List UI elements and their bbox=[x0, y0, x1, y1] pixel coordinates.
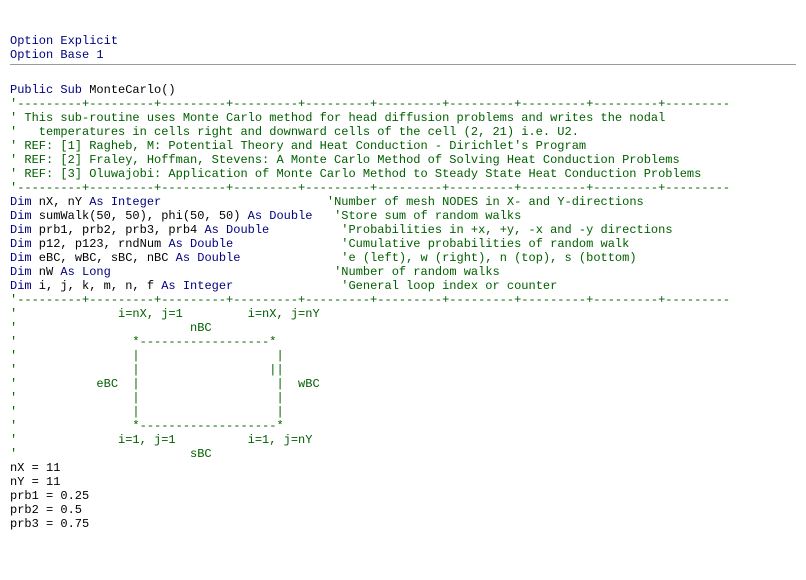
comment-ref-3: ' REF: [3] Oluwajobi: Application of Mon… bbox=[10, 167, 701, 181]
kw-dim-4: Dim bbox=[10, 237, 32, 251]
comment-desc-1: ' This sub-routine uses Monte Carlo meth… bbox=[10, 111, 665, 125]
ascii-art-9: ' *-------------------* bbox=[10, 419, 284, 433]
kw-dim-2: Dim bbox=[10, 209, 32, 223]
decl-3-vars: prb1, prb2, prb3, prb4 bbox=[32, 223, 205, 237]
stmt-nx: nX = 11 bbox=[10, 461, 60, 475]
comment-sep-2: '---------+---------+---------+---------… bbox=[10, 181, 730, 195]
pad-4 bbox=[233, 237, 341, 251]
comment-decl-2: 'Store sum of random walks bbox=[334, 209, 521, 223]
kw-dim-3: Dim bbox=[10, 223, 32, 237]
comment-decl-3: 'Probabilities in +x, +y, -x and -y dire… bbox=[341, 223, 672, 237]
decl-4-vars: p12, p123, rndNum bbox=[32, 237, 169, 251]
decl-2-vars: sumWalk(50, 50), phi(50, 50) bbox=[32, 209, 248, 223]
ascii-art-1: ' i=nX, j=1 i=nX, j=nY bbox=[10, 307, 320, 321]
stmt-prb2: prb2 = 0.5 bbox=[10, 503, 82, 517]
kw-dim-1: Dim bbox=[10, 195, 32, 209]
kw-as-1: As Integer bbox=[89, 195, 161, 209]
kw-public-sub: Public Sub bbox=[10, 83, 82, 97]
kw-as-5: As Double bbox=[176, 251, 241, 265]
pad-2 bbox=[312, 209, 334, 223]
comment-ref-1: ' REF: [1] Ragheb, M: Potential Theory a… bbox=[10, 139, 586, 153]
comment-decl-4: 'Cumulative probabilities of random walk bbox=[341, 237, 629, 251]
sub-name: MonteCarlo() bbox=[82, 83, 176, 97]
stmt-prb3: prb3 = 0.75 bbox=[10, 517, 89, 531]
comment-sep-1: '---------+---------+---------+---------… bbox=[10, 97, 730, 111]
ascii-art-8: ' | | bbox=[10, 405, 284, 419]
kw-as-2: As Double bbox=[248, 209, 313, 223]
comment-decl-6: 'Number of random walks bbox=[334, 265, 500, 279]
kw-option-explicit: Option Explicit bbox=[10, 34, 118, 48]
comment-desc-2: ' temperatures in cells right and downwa… bbox=[10, 125, 579, 139]
comment-decl-1: 'Number of mesh NODES in X- and Y-direct… bbox=[327, 195, 644, 209]
ascii-art-3: ' *------------------* bbox=[10, 335, 276, 349]
ascii-art-7: ' | | bbox=[10, 391, 284, 405]
comment-decl-7: 'General loop index or counter bbox=[341, 279, 557, 293]
ascii-art-10: ' i=1, j=1 i=1, j=nY bbox=[10, 433, 312, 447]
code-listing: Option Explicit Option Base 1 Public Sub… bbox=[10, 34, 796, 531]
decl-7-vars: i, j, k, m, n, f bbox=[32, 279, 162, 293]
decl-1-vars: nX, nY bbox=[32, 195, 90, 209]
pad-7 bbox=[233, 279, 341, 293]
ascii-art-11: ' sBC bbox=[10, 447, 212, 461]
kw-dim-7: Dim bbox=[10, 279, 32, 293]
stmt-ny: nY = 11 bbox=[10, 475, 60, 489]
pad-5 bbox=[240, 251, 341, 265]
kw-as-7: As Integer bbox=[161, 279, 233, 293]
ascii-art-6: ' eBC | | wBC bbox=[10, 377, 320, 391]
ascii-art-2: ' nBC bbox=[10, 321, 212, 335]
kw-as-4: As Double bbox=[168, 237, 233, 251]
decl-5-vars: eBC, wBC, sBC, nBC bbox=[32, 251, 176, 265]
decl-6-vars: nW bbox=[32, 265, 61, 279]
stmt-prb1: prb1 = 0.25 bbox=[10, 489, 89, 503]
comment-decl-5: 'e (left), w (right), n (top), s (bottom… bbox=[341, 251, 636, 265]
kw-option-base: Option Base 1 bbox=[10, 48, 104, 62]
pad-3 bbox=[269, 223, 341, 237]
horizontal-rule bbox=[10, 64, 796, 65]
kw-dim-5: Dim bbox=[10, 251, 32, 265]
ascii-art-5: ' | || bbox=[10, 363, 284, 377]
ascii-art-4: ' | | bbox=[10, 349, 284, 363]
pad-1 bbox=[161, 195, 327, 209]
kw-as-3: As Double bbox=[204, 223, 269, 237]
kw-dim-6: Dim bbox=[10, 265, 32, 279]
comment-ref-2: ' REF: [2] Fraley, Hoffman, Stevens: A M… bbox=[10, 153, 680, 167]
pad-6 bbox=[111, 265, 334, 279]
comment-sep-3: '---------+---------+---------+---------… bbox=[10, 293, 730, 307]
kw-as-6: As Long bbox=[60, 265, 110, 279]
